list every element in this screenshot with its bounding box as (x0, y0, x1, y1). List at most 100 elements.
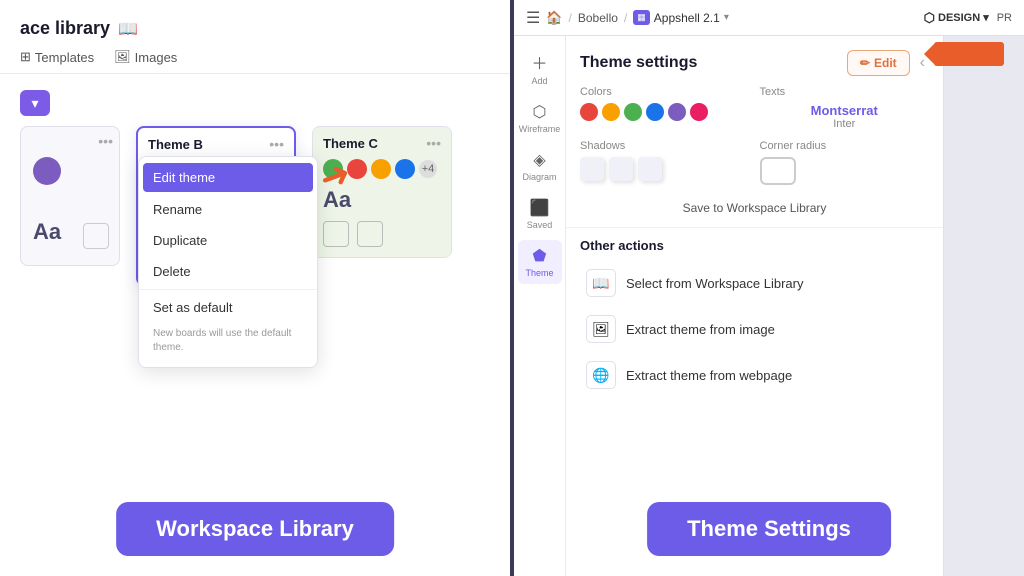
theme-c-header: Theme C ••• (313, 127, 451, 155)
sidebar-item-wireframe[interactable]: ⬡ Wireframe (518, 96, 562, 140)
select-library-icon: 📖 (586, 269, 616, 297)
edit-pencil-icon: ✏ (860, 56, 870, 70)
save-to-library-button[interactable]: Save to Workspace Library (566, 195, 943, 227)
other-actions-title: Other actions (580, 238, 929, 253)
shadow-box-3 (638, 157, 662, 181)
theme-panel-title: Theme settings (580, 54, 697, 72)
theme-panel-header: Theme settings ✏ Edit ‹ (566, 36, 943, 86)
theme-c-bottom (313, 217, 451, 257)
other-actions-section: Other actions 📖 Select from Workspace Li… (566, 227, 943, 409)
theme-card-blank[interactable]: ••• Aa (20, 126, 120, 266)
context-menu-divider (139, 289, 317, 290)
context-menu-set-default[interactable]: Set as default (139, 292, 317, 323)
extract-image-icon: 🖼 (586, 315, 616, 343)
home-icon[interactable]: 🏠 (546, 10, 562, 26)
sidebar-item-wireframe-label: Wireframe (519, 124, 561, 134)
theme-b-title: Theme B (148, 137, 203, 152)
library-title: ace library (20, 18, 110, 39)
blank-card-aa: Aa (33, 219, 61, 245)
select-library-label: Select from Workspace Library (626, 276, 804, 291)
right-gray-area (944, 36, 1024, 576)
tab-images[interactable]: 🖼 Images (114, 49, 177, 73)
theme-cards-area: ••• Aa Theme B ••• Edit theme Rename Dup… (0, 126, 510, 286)
top-bar-right: ⬡ DESIGN ▾ PR (924, 10, 1012, 26)
swatch-blue (646, 103, 664, 121)
font-primary-name: Montserrat (760, 103, 930, 118)
sidebar-item-saved-label: Saved (527, 220, 553, 230)
colors-section: Colors (580, 86, 750, 130)
sidebar-item-theme[interactable]: ⬟ Theme (518, 240, 562, 284)
extract-from-image-action[interactable]: 🖼 Extract theme from image (580, 307, 929, 351)
icon-sidebar: ＋ Add ⬡ Wireframe ◈ Diagram ⬛ Saved ⬟ Th… (514, 36, 566, 576)
diagram-icon: ◈ (533, 150, 545, 170)
blank-card-square (83, 223, 109, 249)
blank-card-menu-icon[interactable]: ••• (98, 133, 113, 149)
c-color-orange (371, 159, 391, 179)
swatch-purple (668, 103, 686, 121)
book-icon: 📖 (118, 19, 138, 39)
colors-label: Colors (580, 86, 750, 98)
hamburger-icon[interactable]: ☰ (526, 8, 540, 28)
shadow-box-2 (609, 157, 633, 181)
saved-icon: ⬛ (530, 198, 550, 218)
edit-theme-button[interactable]: ✏ Edit (847, 50, 910, 76)
shadow-boxes (580, 157, 750, 181)
context-menu-rename[interactable]: Rename (139, 194, 317, 225)
app-icon: ▦ (633, 10, 650, 25)
theme-c-title: Theme C (323, 136, 378, 151)
blank-card-circle (33, 157, 61, 185)
extract-image-label: Extract theme from image (626, 322, 775, 337)
breadcrumb-chevron-icon[interactable]: ▾ (724, 12, 729, 23)
arrow-shape-right (934, 42, 1004, 66)
theme-c-menu-icon[interactable]: ••• (426, 135, 441, 151)
sidebar-item-theme-label: Theme (525, 268, 553, 278)
left-tabs: ⊞ Templates 🖼 Images (0, 49, 510, 74)
right-main: ＋ Add ⬡ Wireframe ◈ Diagram ⬛ Saved ⬟ Th… (514, 36, 1024, 576)
corner-radius-section: Corner radius (760, 140, 930, 185)
c-color-plus: +4 (419, 160, 437, 178)
theme-b-context-menu: Edit theme Rename Duplicate Delete Set a… (138, 156, 318, 368)
context-menu-delete[interactable]: Delete (139, 256, 317, 287)
workspace-breadcrumb[interactable]: Bobello (578, 11, 618, 25)
context-menu-note: New boards will use the default theme. (139, 323, 317, 363)
templates-icon: ⊞ (20, 49, 31, 65)
breadcrumb-sep2: / (624, 11, 627, 25)
color-swatches (580, 103, 750, 121)
pr-label[interactable]: PR (997, 12, 1012, 24)
corner-radius-box (760, 157, 796, 185)
theme-b-menu-icon[interactable]: ••• (269, 136, 284, 152)
left-header: ace library 📖 (0, 0, 510, 49)
tab-templates[interactable]: ⊞ Templates (20, 49, 94, 73)
texts-label: Texts (760, 86, 930, 98)
tab-images-label: Images (135, 50, 178, 65)
select-from-library-action[interactable]: 📖 Select from Workspace Library (580, 261, 929, 305)
dropdown-button[interactable]: ▾ (20, 90, 50, 116)
theme-c-square1 (323, 221, 349, 247)
context-menu-edit-theme[interactable]: Edit theme (143, 163, 313, 192)
extract-from-webpage-action[interactable]: 🌐 Extract theme from webpage (580, 353, 929, 397)
swatch-red (580, 103, 598, 121)
theme-card-b[interactable]: Theme B ••• Edit theme Rename Duplicate … (136, 126, 296, 286)
tab-templates-label: Templates (35, 50, 94, 65)
sidebar-item-add[interactable]: ＋ Add (518, 44, 562, 92)
arrow-head-right (924, 42, 936, 66)
context-menu-duplicate[interactable]: Duplicate (139, 225, 317, 256)
right-panel: ☰ 🏠 / Bobello / ▦ Appshell 2.1 ▾ ⬡ DESIG… (514, 0, 1024, 576)
breadcrumb: ☰ 🏠 / Bobello / ▦ Appshell 2.1 ▾ (526, 8, 729, 28)
theme-icon: ⬟ (533, 246, 547, 266)
swatch-green (624, 103, 642, 121)
design-mode-btn[interactable]: ⬡ DESIGN ▾ (924, 10, 989, 26)
sidebar-item-saved[interactable]: ⬛ Saved (518, 192, 562, 236)
sidebar-item-diagram[interactable]: ◈ Diagram (518, 144, 562, 188)
corner-radius-label: Corner radius (760, 140, 930, 152)
edit-btn-label: Edit (874, 56, 897, 70)
sidebar-item-diagram-label: Diagram (522, 172, 556, 182)
design-chevron-icon: ▾ (983, 11, 989, 24)
texts-section: Texts Montserrat Inter (760, 86, 930, 130)
top-bar: ☰ 🏠 / Bobello / ▦ Appshell 2.1 ▾ ⬡ DESIG… (514, 0, 1024, 36)
design-label: DESIGN (938, 12, 980, 24)
left-panel: ace library 📖 ⊞ Templates 🖼 Images ▾ •••… (0, 0, 510, 576)
font-display: Montserrat Inter (760, 103, 930, 130)
c-color-blue (395, 159, 415, 179)
add-icon: ＋ (531, 50, 547, 74)
